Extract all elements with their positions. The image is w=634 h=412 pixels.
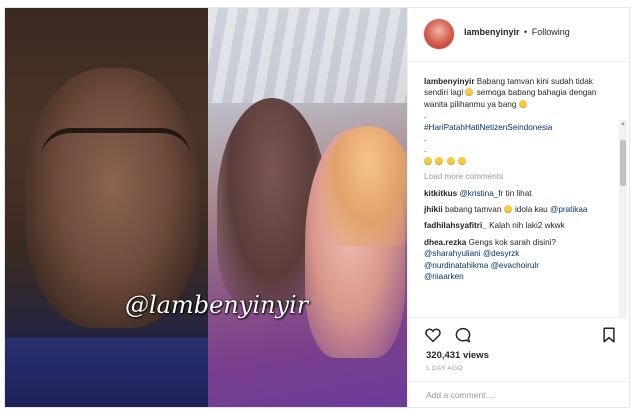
caption-emoji-row (424, 156, 612, 167)
header-username[interactable]: lambenyinyir (464, 27, 520, 37)
comment-username[interactable]: jhikii (424, 205, 443, 214)
photo-left-shirt (5, 338, 208, 407)
comment-text: Kalah nih laki2 wkwk (489, 221, 565, 231)
post-timestamp[interactable]: 1 DAY AGO (426, 365, 463, 372)
load-more-comments[interactable]: Load more comments (424, 171, 612, 182)
caption-hashtag[interactable]: #HariPatahHatiNetizenSeindonesia (424, 122, 612, 133)
post-media[interactable]: @lambenyinyir (5, 8, 407, 407)
comments-scrollbar[interactable]: ▲ ▼ (619, 120, 627, 317)
comment-username[interactable]: kitkitkus (424, 189, 457, 198)
scroll-up-arrow-icon[interactable]: ▲ (619, 120, 627, 128)
comment-mention[interactable]: @sharahyuliani (424, 249, 481, 258)
caption-username[interactable]: lambenyinyir (424, 77, 475, 86)
comments-section: lambenyinyir Babang tamvan kini sudah ti… (408, 62, 630, 317)
post-header: lambenyinyir • Following (408, 8, 630, 62)
comment-icon[interactable] (454, 326, 472, 344)
post-sidebar: lambenyinyir • Following lambenyinyir Ba… (407, 8, 630, 407)
comment-item: fadhilahsyafitri_ Kalah nih laki2 wkwk (424, 220, 612, 231)
comment-mention[interactable]: @niaarken (424, 272, 464, 281)
post-actions: 320,431 views 1 DAY AGO (408, 317, 630, 407)
comment-mention[interactable]: @nurdinatahikma (424, 261, 488, 270)
sad-emoji-icon (465, 88, 474, 97)
comment-text: babang tamvan (444, 205, 502, 215)
comment-mention[interactable]: @desyrzk (483, 249, 520, 258)
comment-mention[interactable]: @evachoirulr (491, 261, 539, 270)
sad-emoji-icon (518, 99, 527, 108)
photo-left-glasses (41, 128, 191, 183)
comment-mention[interactable]: @kristina_fr (460, 189, 504, 198)
comment-item: kitkitkus @kristina_fr tin lihat (424, 188, 612, 199)
add-comment-bar (408, 381, 630, 409)
avatar[interactable] (424, 19, 454, 49)
comment-item: jhikii babang tamvan idola kau @pratikaa (424, 204, 612, 215)
view-count: 320,431 views (426, 350, 489, 361)
comment-username[interactable]: dhea.rezka (424, 238, 466, 247)
sad-emoji-icon (503, 205, 512, 214)
comment-text: tin lihat (505, 188, 532, 198)
comment-text: idola kau (514, 205, 548, 215)
header-separator: • (524, 27, 528, 37)
caption-dot: . (424, 145, 427, 155)
media-watermark: @lambenyinyir (125, 291, 309, 319)
photo-right-ceiling (208, 8, 407, 103)
comment-mention[interactable]: @pratikaa (550, 205, 587, 214)
weary-emoji-icon (435, 156, 444, 165)
photo-right-hair (323, 126, 407, 246)
add-comment-input[interactable] (426, 388, 616, 402)
weary-emoji-icon (424, 156, 432, 165)
weary-emoji-icon (457, 156, 466, 165)
bookmark-icon[interactable] (600, 326, 618, 344)
comment-username[interactable]: fadhilahsyafitri_ (424, 221, 487, 230)
comment-item: dhea.rezka Gengs kok sarah disini? @shar… (424, 237, 612, 283)
caption-dot: . (424, 111, 427, 121)
weary-emoji-icon (446, 156, 455, 165)
post-frame: @lambenyinyir lambenyinyir • Following l… (4, 7, 630, 408)
heart-icon[interactable] (424, 326, 442, 344)
caption-dot: . (424, 134, 427, 144)
photo-left-face (25, 68, 200, 328)
following-button[interactable]: Following (532, 27, 570, 37)
scrollbar-thumb[interactable] (620, 140, 626, 186)
caption: lambenyinyir Babang tamvan kini sudah ti… (424, 76, 612, 167)
comment-text: Gengs kok sarah disini? (468, 237, 556, 247)
header-user-line: lambenyinyir • Following (464, 27, 570, 37)
comment-list: lambenyinyir Babang tamvan kini sudah ti… (424, 76, 612, 288)
